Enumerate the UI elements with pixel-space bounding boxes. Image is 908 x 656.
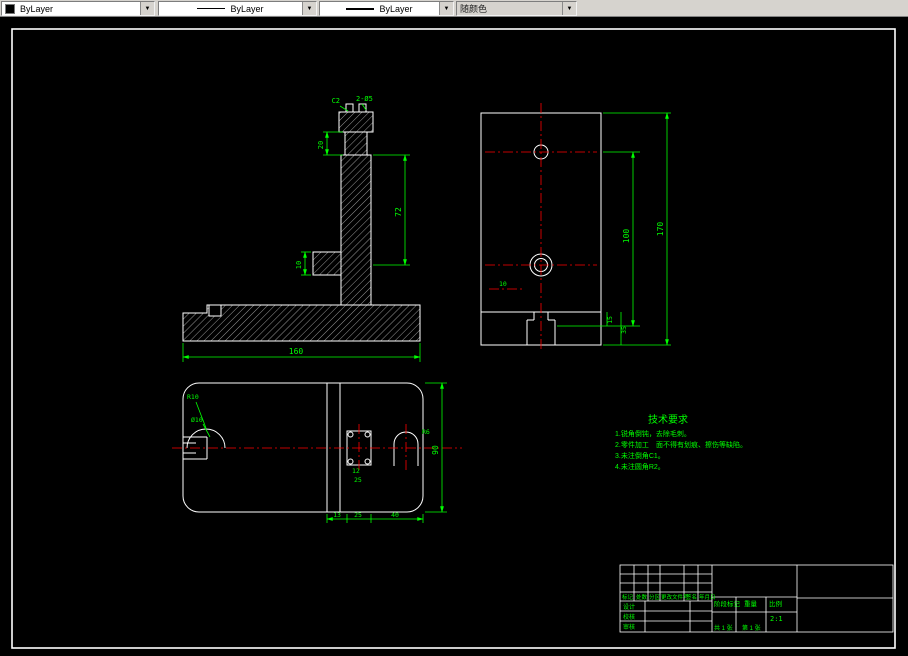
front-head bbox=[338, 111, 374, 133]
plotstyle-control[interactable]: 随颜色 ▼ bbox=[456, 1, 577, 16]
dim-top-d1: 13 bbox=[333, 511, 341, 519]
tb-header-docno: 更改文件号 bbox=[661, 593, 689, 601]
dim-front-callout-right: 2-Ø5 bbox=[356, 95, 373, 103]
dim-side-inner-height: 100 bbox=[622, 229, 631, 244]
tb-role-audit: 审核 bbox=[623, 623, 635, 631]
tech-line-1: 1.锐角倒钝，去除毛刺。 bbox=[615, 429, 691, 438]
tb-role-design: 设计 bbox=[623, 603, 635, 611]
drawing-canvas[interactable]: 72 160 20 10 C2 2-Ø5 100 170 15 35 10 90… bbox=[0, 0, 908, 656]
dim-front-width: 160 bbox=[289, 347, 304, 356]
top-view bbox=[182, 382, 424, 513]
side-view-centerlines bbox=[485, 103, 597, 350]
tb-weight-label: 重量 bbox=[744, 600, 758, 608]
front-base-notch bbox=[208, 304, 222, 317]
drawing-frame bbox=[11, 28, 896, 649]
tb-header-zone: 分区 bbox=[649, 593, 661, 601]
tb-header-count: 处数 bbox=[636, 593, 648, 601]
lineweight-sample-icon bbox=[346, 7, 375, 10]
tb-sheet-no: 第 1 张 bbox=[742, 624, 761, 632]
linetype-dropdown-arrow-icon[interactable]: ▼ bbox=[302, 2, 316, 15]
tb-scale-value: 2:1 bbox=[770, 615, 783, 623]
technical-requirements: 技术要求 1.锐角倒钝，去除毛刺。 2.零件加工 面不得有划痕、擦伤等缺陷。 3… bbox=[615, 413, 747, 471]
dim-top-height: 90 bbox=[431, 445, 440, 455]
side-view-dimensions: 100 170 15 35 10 bbox=[499, 112, 671, 346]
dim-top-d2: 25 bbox=[354, 511, 362, 519]
top-outline bbox=[182, 382, 424, 513]
tb-sheet-total: 共 1 张 bbox=[714, 624, 733, 632]
title-block-text: 标记 处数 分区 更改文件号 签名 年月日 设计 校核 审核 阶段标记 重量 比… bbox=[622, 593, 783, 632]
front-step bbox=[312, 251, 342, 276]
plotstyle-control-value: 随颜色 bbox=[460, 4, 488, 14]
tb-role-check: 校核 bbox=[623, 613, 635, 621]
dim-top-p2: 25 bbox=[354, 476, 362, 484]
tech-line-2: 面不得有划痕、擦伤等缺陷。 bbox=[656, 440, 747, 449]
tech-line-3: 3.未注倒角C1。 bbox=[615, 451, 665, 460]
dim-side-slot-width: 35 bbox=[620, 326, 628, 334]
tb-stage-label: 阶段标记 bbox=[714, 599, 741, 608]
front-neck bbox=[344, 131, 368, 156]
tech-line-2-lead: 2.零件加工 bbox=[615, 440, 649, 449]
color-control-value: ByLayer bbox=[20, 3, 54, 14]
lineweight-control[interactable]: ByLayer ▼ bbox=[319, 1, 454, 16]
properties-toolbar: ByLayer ▼ ByLayer ▼ ByLayer ▼ 随颜色 ▼ bbox=[0, 0, 908, 17]
color-dropdown-arrow-icon[interactable]: ▼ bbox=[140, 2, 154, 15]
dim-side-total-height: 170 bbox=[656, 222, 665, 237]
dim-top-r2: R6 bbox=[422, 428, 430, 436]
tb-header-date: 年月日 bbox=[699, 593, 716, 601]
front-stem bbox=[340, 154, 372, 306]
top-view-dimensions: 90 13 25 40 R10 Ø10 12 25 R6 bbox=[187, 382, 447, 523]
dim-top-hole: Ø10 bbox=[191, 416, 203, 424]
linetype-control[interactable]: ByLayer ▼ bbox=[158, 1, 317, 16]
top-arc bbox=[186, 428, 226, 449]
dim-front-height: 72 bbox=[394, 207, 403, 217]
front-view bbox=[182, 103, 421, 342]
lineweight-control-value: ByLayer bbox=[379, 3, 413, 14]
dim-top-radius: R10 bbox=[187, 393, 199, 401]
plotstyle-dropdown-arrow-icon[interactable]: ▼ bbox=[562, 2, 576, 15]
tech-title: 技术要求 bbox=[648, 413, 688, 426]
tech-line-4: 4.未注圆角R2。 bbox=[615, 462, 665, 471]
color-swatch-icon bbox=[5, 3, 15, 14]
linetype-sample-icon bbox=[197, 8, 226, 9]
dim-side-slot-depth: 15 bbox=[606, 316, 614, 324]
dim-side-offset: 10 bbox=[499, 280, 507, 288]
dim-front-callout-left: C2 bbox=[332, 97, 340, 105]
color-control[interactable]: ByLayer ▼ bbox=[1, 1, 155, 16]
linetype-control-value: ByLayer bbox=[230, 3, 264, 14]
dim-top-d3: 40 bbox=[391, 511, 399, 519]
dim-front-neck: 20 bbox=[317, 141, 325, 149]
tb-scale-label: 比例 bbox=[769, 599, 782, 608]
dim-top-p1: 12 bbox=[352, 467, 360, 475]
tb-header-sign: 签名 bbox=[686, 593, 697, 601]
lineweight-dropdown-arrow-icon[interactable]: ▼ bbox=[439, 2, 453, 15]
tb-header-mark: 标记 bbox=[622, 593, 634, 601]
dim-front-step: 10 bbox=[295, 261, 303, 269]
